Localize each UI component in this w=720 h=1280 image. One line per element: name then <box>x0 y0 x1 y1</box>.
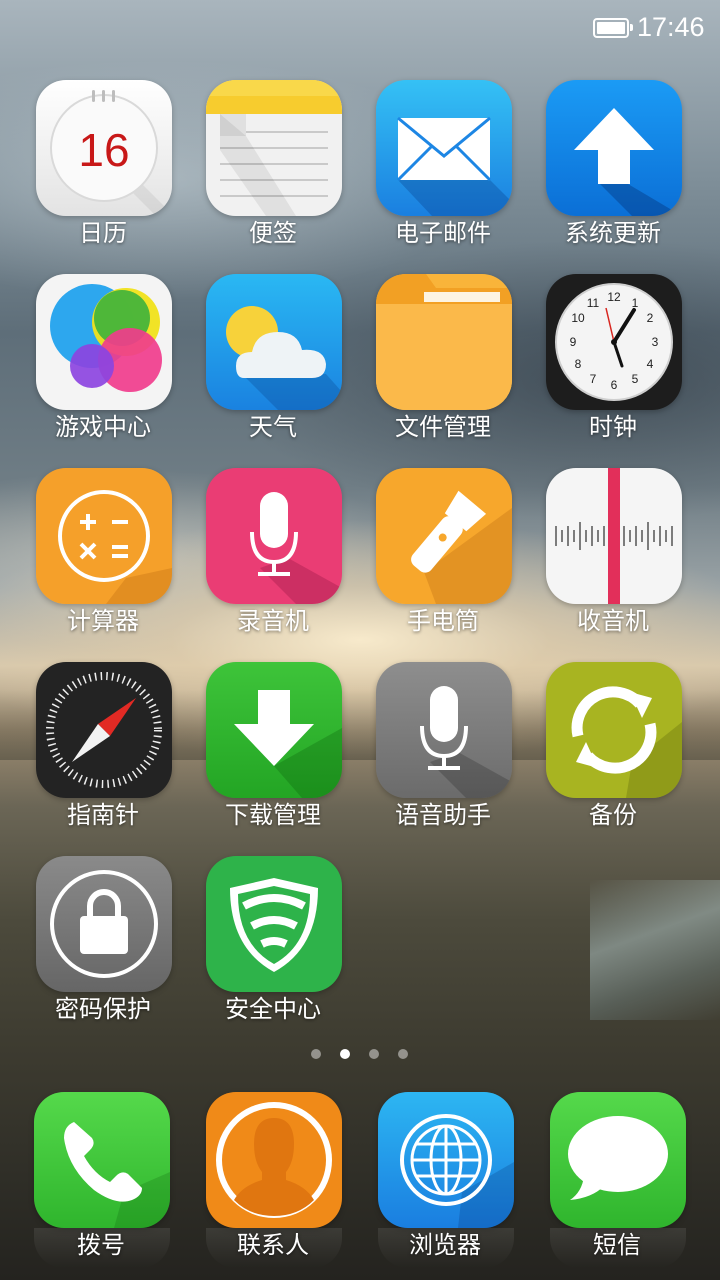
app-recorder[interactable]: 录音机 <box>188 468 358 648</box>
dock-contacts[interactable]: 联系人 <box>188 1092 358 1272</box>
clock-numeral: 7 <box>590 372 597 386</box>
app-label: 拨号 <box>77 1231 125 1259</box>
app-system-update[interactable]: 系统更新 <box>528 80 698 260</box>
app-label: 天气 <box>249 413 297 441</box>
recorder-icon <box>206 468 342 604</box>
clock-numeral: 12 <box>607 290 621 304</box>
app-label: 游戏中心 <box>55 413 151 441</box>
calculator-icon <box>36 468 172 604</box>
contacts-icon <box>206 1092 342 1228</box>
page-dot[interactable] <box>311 1049 321 1059</box>
page-dot[interactable] <box>369 1049 379 1059</box>
clock-numeral: 6 <box>611 378 618 392</box>
lock-icon <box>36 856 172 992</box>
dock-phone[interactable]: 拨号 <box>16 1092 186 1272</box>
app-download-manager[interactable]: 下载管理 <box>188 662 358 842</box>
game-center-icon <box>36 274 172 410</box>
app-backup[interactable]: 备份 <box>528 662 698 842</box>
clock-numeral: 2 <box>647 311 654 325</box>
notes-icon <box>206 80 342 216</box>
weather-icon <box>206 274 342 410</box>
app-calendar[interactable]: 16 日历 <box>18 80 188 260</box>
app-clock[interactable]: 12 1 2 3 4 5 6 7 8 9 10 11 时钟 <box>528 274 698 454</box>
security-shield-icon <box>206 856 342 992</box>
app-flashlight[interactable]: 手电筒 <box>358 468 528 648</box>
app-label: 浏览器 <box>409 1231 481 1259</box>
status-time: 17:46 <box>637 12 705 42</box>
app-weather[interactable]: 天气 <box>188 274 358 454</box>
page-indicator <box>0 1049 720 1061</box>
update-arrow-icon <box>546 80 682 216</box>
folder-icon <box>376 274 512 410</box>
status-bar: 17:46 <box>0 0 720 56</box>
app-label: 收音机 <box>577 607 649 635</box>
clock-icon: 12 1 2 3 4 5 6 7 8 9 10 11 <box>546 274 682 410</box>
app-label: 下载管理 <box>225 801 321 829</box>
app-label: 密码保护 <box>55 995 151 1023</box>
app-label: 便签 <box>249 219 297 247</box>
app-label: 联系人 <box>237 1231 309 1259</box>
dock-browser[interactable]: 浏览器 <box>360 1092 530 1272</box>
app-label: 手电筒 <box>407 607 479 635</box>
app-label: 备份 <box>589 801 637 829</box>
wallpaper-lake <box>590 880 720 1020</box>
clock-numeral: 8 <box>575 357 582 371</box>
app-label: 指南针 <box>67 801 139 829</box>
app-mail[interactable]: 电子邮件 <box>358 80 528 260</box>
phone-icon <box>34 1092 170 1228</box>
browser-icon <box>378 1092 514 1228</box>
clock-numeral: 1 <box>632 296 639 310</box>
mail-icon <box>376 80 512 216</box>
calendar-date: 16 <box>78 124 129 176</box>
app-label: 时钟 <box>589 413 637 441</box>
clock-numeral: 3 <box>652 335 659 349</box>
dock-messages[interactable]: 短信 <box>532 1092 702 1272</box>
app-label: 语音助手 <box>395 801 491 829</box>
radio-icon <box>546 468 682 604</box>
clock-numeral: 4 <box>647 357 654 371</box>
app-label: 电子邮件 <box>395 219 491 247</box>
app-label: 短信 <box>593 1231 641 1259</box>
app-label: 日历 <box>79 219 127 247</box>
flashlight-icon <box>376 468 512 604</box>
clock-numeral: 10 <box>571 311 585 325</box>
battery-fill <box>597 22 625 34</box>
app-label: 安全中心 <box>225 995 321 1023</box>
app-label: 文件管理 <box>395 413 491 441</box>
compass-icon <box>36 662 172 798</box>
calendar-icon: 16 <box>36 80 172 216</box>
app-game-center[interactable]: 游戏中心 <box>18 274 188 454</box>
clock-numeral: 5 <box>632 372 639 386</box>
app-radio[interactable]: 收音机 <box>528 468 698 648</box>
messages-icon <box>550 1092 686 1228</box>
clock-numeral: 9 <box>570 335 577 349</box>
voice-assistant-icon <box>376 662 512 798</box>
app-security-center[interactable]: 安全中心 <box>188 856 358 1036</box>
app-calculator[interactable]: 计算器 <box>18 468 188 648</box>
app-file-manager[interactable]: 文件管理 <box>358 274 528 454</box>
page-dot[interactable] <box>398 1049 408 1059</box>
backup-icon <box>546 662 682 798</box>
app-compass[interactable]: 指南针 <box>18 662 188 842</box>
battery-icon <box>593 18 633 38</box>
app-password-protection[interactable]: 密码保护 <box>18 856 188 1036</box>
download-icon <box>206 662 342 798</box>
app-voice-assistant[interactable]: 语音助手 <box>358 662 528 842</box>
clock-numeral: 11 <box>587 296 600 310</box>
page-dot-active[interactable] <box>340 1049 350 1059</box>
app-notes[interactable]: 便签 <box>188 80 358 260</box>
app-label: 计算器 <box>67 607 139 635</box>
app-label: 系统更新 <box>565 219 661 247</box>
app-label: 录音机 <box>237 607 309 635</box>
